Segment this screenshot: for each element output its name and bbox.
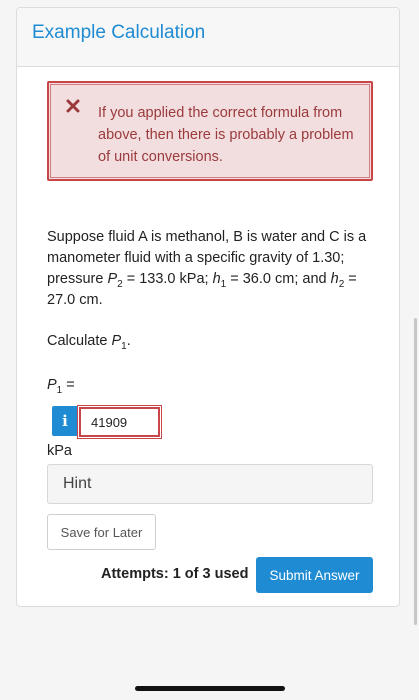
alert-message: If you applied the correct formula from …: [98, 105, 354, 165]
problem-text-3: = 36.0 cm; and: [226, 271, 331, 287]
question-symbol: P: [111, 333, 122, 349]
error-alert: If you applied the correct formula from …: [47, 81, 373, 181]
h2-symbol: h: [330, 271, 339, 287]
hint-panel[interactable]: Hint: [47, 464, 373, 504]
scrollbar[interactable]: [414, 318, 417, 625]
card-header: Example Calculation: [17, 8, 399, 67]
h1-symbol: h: [212, 271, 221, 287]
hint-label: Hint: [63, 475, 92, 492]
save-for-later-button[interactable]: Save for Later: [47, 514, 156, 550]
problem-text-2: = 133.0 kPa;: [122, 271, 213, 287]
answer-unit: kPa: [47, 443, 72, 459]
info-icon[interactable]: i: [52, 406, 78, 436]
question-suffix: .: [126, 333, 131, 349]
answer-input[interactable]: [77, 405, 162, 439]
question-prompt: Calculate P1.: [47, 333, 131, 351]
answer-symbol: P: [47, 377, 57, 393]
home-indicator[interactable]: [135, 686, 285, 691]
close-x-icon: [66, 99, 80, 113]
example-calculation-card: Example Calculation If you applied the c…: [16, 7, 400, 607]
card-title: Example Calculation: [32, 22, 206, 43]
question-prefix: Calculate: [47, 333, 112, 349]
answer-variable-label: P1 =: [47, 377, 75, 395]
submit-answer-button[interactable]: Submit Answer: [256, 557, 373, 593]
p2-symbol: P: [107, 271, 118, 287]
problem-statement: Suppose fluid A is methanol, B is water …: [47, 227, 377, 311]
attempts-counter: Attempts: 1 of 3 used: [101, 566, 249, 582]
answer-equals: =: [62, 377, 75, 393]
